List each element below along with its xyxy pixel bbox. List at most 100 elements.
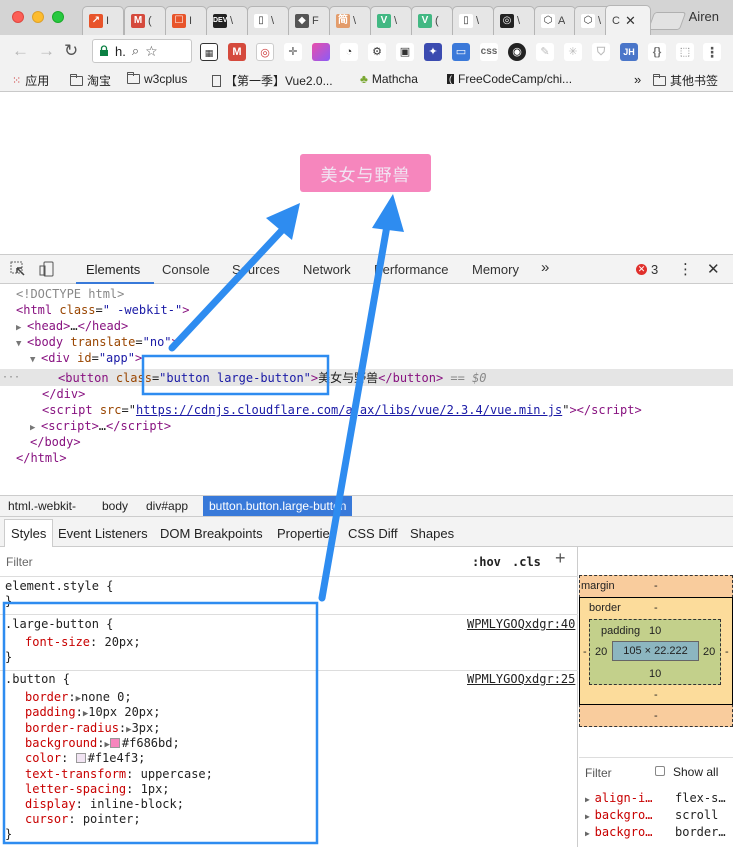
border-bottom-value[interactable]: - [654,689,658,701]
margin-bottom-value[interactable]: - [654,710,658,722]
window-icon[interactable]: ▭ [452,43,470,61]
body-node[interactable]: ▼ <body translate="no"> [16,334,179,350]
menu-icon[interactable]: ⋮ [703,43,721,61]
subtab-properties[interactable]: Properties [277,526,336,541]
browser-tab[interactable]: M( [124,6,166,35]
head-node[interactable]: ▶ <head>…</head> [16,318,128,334]
color-swatch-icon[interactable] [75,753,86,764]
qr-code-icon[interactable]: ▦ [200,43,218,61]
div-close-node[interactable]: </div> [42,386,85,402]
styles-filter-input[interactable]: Filter [6,555,33,570]
tab-memory[interactable]: Memory [472,262,519,277]
tab-elements[interactable]: Elements [86,262,140,277]
settings-gear-icon[interactable]: ⚙ [368,43,386,61]
browser-tab[interactable]: ▯ \ [452,6,494,35]
tab-sources[interactable]: Sources [232,262,280,277]
large-button-source-link[interactable]: WPMLYGOQxdgr:40 [467,617,575,632]
padding-bottom-value[interactable]: 10 [649,668,661,680]
error-icon[interactable]: ✕ [636,264,647,275]
browser-tab[interactable]: ☐ I [165,6,207,35]
computed-property-row[interactable]: ▶ align-i… flex-s… [585,791,726,805]
error-count[interactable]: 3 [651,262,658,277]
sun-icon[interactable]: ✳ [564,43,582,61]
crosshair-icon[interactable]: ✛ [284,43,302,61]
border-right-value[interactable]: - [725,646,729,658]
subtab-styles[interactable]: Styles [4,519,54,547]
css-property[interactable]: text-transform: uppercase; [25,767,213,782]
spider-icon[interactable]: ✦ [424,43,442,61]
devtools-menu-icon[interactable]: ⋮ [678,260,693,278]
script-node[interactable]: ▶ <script>…</script> [30,418,171,434]
button-node[interactable]: <button class="button large-button">美女与野… [58,370,487,386]
hov-toggle[interactable]: :hov [472,555,501,570]
device-toolbar-icon[interactable] [39,261,55,280]
button-selector[interactable]: .button { [5,672,70,687]
browser-tab[interactable]: ▯ \ [247,6,289,35]
close-devtools-icon[interactable]: ✕ [707,260,720,278]
beauty-and-beast-button[interactable]: 美女与野兽 [300,154,431,192]
breadcrumb-html[interactable]: html.-webkit- [8,499,76,513]
color-swatch-icon[interactable] [109,737,120,748]
back-button[interactable]: ← [12,41,29,61]
browser-tab[interactable]: V \ [370,6,412,35]
bookmarks-overflow-button[interactable]: » [634,72,641,87]
expand-icon[interactable]: ▶ [585,829,595,838]
bookmark-star-icon[interactable]: ☆ [145,43,158,60]
computed-property-row[interactable]: ▶ backgro… scroll [585,808,718,822]
html-close-node[interactable]: </html> [16,450,67,466]
color-wheel-icon[interactable]: ◉ [508,43,526,61]
url-text[interactable]: h. [115,44,126,59]
zoom-icon[interactable]: ⌕ [132,43,139,59]
margin-top-value[interactable]: - [654,580,658,592]
css-property[interactable]: letter-spacing: 1px; [25,782,170,797]
minimize-window-icon[interactable] [32,11,44,23]
json-icon[interactable]: {} [648,43,666,61]
bookmark-apps[interactable]: ⁙ 应用 [12,72,49,89]
browser-tab[interactable]: ↗ I [82,6,124,35]
computed-filter-input[interactable]: Filter [585,766,612,780]
browser-tab[interactable]: 简 \ [329,6,371,35]
inspect-element-icon[interactable] [10,261,26,280]
close-tab-icon[interactable]: ✕ [625,13,636,29]
tab-console[interactable]: Console [162,262,210,277]
subtab-event-listeners[interactable]: Event Listeners [58,526,148,541]
active-tab[interactable]: C ✕ [605,5,651,35]
large-button-selector[interactable]: .large-button { [5,617,113,632]
screenshot-icon[interactable]: ▣ [396,43,414,61]
expand-icon[interactable]: ▶ [585,812,595,821]
show-all-checkbox[interactable] [655,766,665,776]
feather-icon[interactable]: ✎ [536,43,554,61]
timer-icon[interactable]: ◔ [340,43,358,61]
browser-tab[interactable]: ◆ F [288,6,330,35]
box-model-content[interactable]: 105 × 22.222 [612,641,699,661]
tab-performance[interactable]: Performance [374,262,448,277]
doctype-node[interactable]: <!DOCTYPE html> [16,286,124,302]
more-tabs-button[interactable]: » [541,259,549,276]
padding-right-value[interactable]: 20 [703,646,715,658]
subtab-css-diff[interactable]: CSS Diff [348,526,398,541]
maximize-window-icon[interactable] [52,11,64,23]
css-property[interactable]: color: #f1e4f3; [25,751,145,766]
element-style-rule[interactable]: element.style { [5,579,113,594]
browser-tab[interactable]: DEV \ [206,6,248,35]
cls-toggle[interactable]: .cls [512,555,541,570]
css-property[interactable]: font-size: 20px; [25,635,141,650]
bookmark-w3cplus[interactable]: w3cplus [127,72,187,86]
colorzilla-icon[interactable]: ◎ [256,43,274,61]
css-property[interactable]: cursor: pointer; [25,812,141,827]
shield-icon[interactable]: ⛉ [592,43,610,61]
expand-icon[interactable]: ▶ [585,795,595,804]
puzzle-icon[interactable]: ⬚ [676,43,694,61]
new-rule-button[interactable]: + [555,549,566,567]
padding-left-value[interactable]: 20 [595,646,607,658]
bookmark-freecodecamp[interactable]: ( FreeCodeCamp/chi... [447,72,572,86]
breadcrumb-button[interactable]: button.button.large-button [203,496,353,516]
node-ellipsis-icon[interactable]: ··· [2,370,20,386]
padding-top-value[interactable]: 10 [649,625,661,637]
gradient-icon[interactable] [312,43,330,61]
css-property[interactable]: display: inline-block; [25,797,184,812]
css-icon[interactable]: css [480,43,498,61]
gmail-icon[interactable]: M [228,43,246,61]
bookmark-mathcha[interactable]: ♣ Mathcha [360,72,418,86]
tab-network[interactable]: Network [303,262,351,277]
